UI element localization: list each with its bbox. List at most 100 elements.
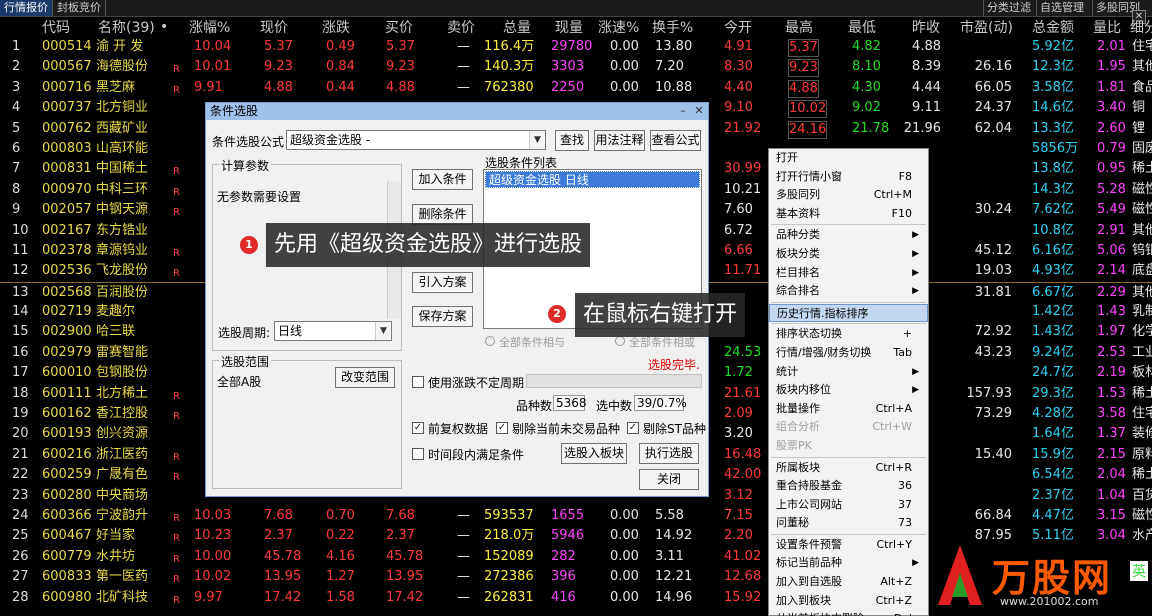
menu-item[interactable]: 所属板块 Ctrl+R [769, 459, 928, 478]
industry: 钨钼 [1132, 242, 1152, 258]
column-header[interactable]: 涨幅% [189, 17, 230, 37]
tab-quotes[interactable]: 行情报价 [0, 0, 53, 16]
menu-item[interactable]: 历史行情.指标排序 [769, 303, 928, 323]
column-header[interactable]: 名称(39) [98, 17, 155, 37]
speed-percent: 0.00 [610, 589, 639, 605]
column-header[interactable]: 今开 [724, 17, 752, 37]
usage-notes-button[interactable]: 用法注释 [594, 130, 645, 151]
view-formula-button[interactable]: 查看公式 [650, 130, 701, 151]
progress-bar [526, 374, 702, 388]
column-header[interactable]: 涨跌 [322, 17, 350, 37]
column-header[interactable]: 代码 [42, 17, 70, 37]
tab-bid-auction[interactable]: 封板竞价 [53, 0, 106, 16]
execute-selection-button[interactable]: 执行选股 [639, 443, 699, 464]
add-to-block-button[interactable]: 选股入板块 [561, 443, 627, 464]
column-header[interactable]: • [160, 19, 168, 35]
table-row[interactable]: 2 000567 海德股份 R 10.01 9.23 0.84 9.23 — 140.3万 3303… [0, 57, 1152, 78]
menu-item[interactable]: 栏目排名 ▶ [769, 264, 928, 283]
menu-item[interactable]: 基本资料 F10 [769, 205, 928, 224]
tab-category-filter[interactable]: 分类过滤 [983, 0, 1034, 16]
menu-item[interactable]: 统计 ▶ [769, 363, 928, 382]
exclude-st-checkbox[interactable]: ✓ [627, 422, 639, 434]
row-number: 8 [12, 181, 21, 197]
stock-code: 000737 [42, 100, 92, 116]
menu-item[interactable]: 行情/增强/财务切换 Tab [769, 344, 928, 363]
close-dialog-button[interactable]: 关闭 [639, 469, 699, 490]
menu-item[interactable]: 打开行情小窗 F8 [769, 168, 928, 187]
pe-ratio: 19.03 [974, 263, 1012, 279]
forward-adjust-checkbox[interactable]: ✓ [412, 422, 424, 434]
menu-item[interactable]: 批量操作 Ctrl+A [769, 400, 928, 419]
menu-item[interactable]: 品种分类 ▶ [769, 226, 928, 245]
menu-item[interactable]: 股票PK [769, 437, 928, 456]
column-header[interactable]: 量比 [1093, 17, 1121, 37]
radio-all-and[interactable] [485, 336, 495, 346]
column-header[interactable]: 买价 [385, 17, 413, 37]
delete-condition-button[interactable]: 删除条件 [412, 204, 473, 225]
column-header[interactable]: 现价 [260, 17, 288, 37]
column-header[interactable]: 换手% [652, 17, 693, 37]
menu-item[interactable]: 加入到自选股 Alt+Z [769, 573, 928, 592]
find-button[interactable]: 查找 [555, 130, 589, 151]
column-header[interactable]: 昨收 [912, 17, 940, 37]
bid-price: 5.37 [386, 39, 415, 54]
column-header[interactable]: 总金额 [1032, 17, 1074, 37]
column-header[interactable]: 现量 [555, 17, 583, 37]
chevron-down-icon[interactable]: ▼ [529, 131, 545, 149]
row-number: 5 [12, 120, 21, 136]
menu-item[interactable]: 综合排名 ▶ [769, 282, 928, 301]
condition-list-item[interactable]: 超级资金选股 日线 [485, 171, 700, 188]
column-header[interactable]: 市盈(动) [960, 17, 1013, 37]
table-row[interactable]: 3 000716 黑芝麻 R 9.91 4.88 0.44 4.88 — 762380 2250 0.… [0, 78, 1152, 98]
menu-item[interactable]: 打开 [769, 149, 928, 168]
change-percent: 9.91 [194, 79, 223, 95]
menu-item[interactable]: 排序状态切换 + [769, 325, 928, 344]
table-row[interactable]: 1 000514 渝 开 发 10.04 5.37 0.49 5.37 — 116.4万 2978… [0, 37, 1152, 57]
menu-item[interactable]: 标记当前品种 ▶ [769, 554, 928, 573]
change-range-button[interactable]: 改变范围 [335, 367, 395, 388]
column-header[interactable]: 涨速% [598, 17, 639, 37]
total-amount: 15.9亿 [1032, 446, 1074, 462]
column-header[interactable]: 最低 [848, 17, 876, 37]
menu-item-label: 板块内移位 [776, 383, 831, 397]
period-meet-checkbox[interactable] [412, 448, 424, 460]
formula-select[interactable]: 超级资金选股 - ▼ [286, 130, 546, 150]
stock-name: 包钢股份 [96, 365, 149, 381]
chevron-down-icon[interactable]: ▼ [375, 322, 391, 340]
row-number: 1 [12, 39, 21, 54]
menu-item[interactable]: 重合持股基金 36 [769, 477, 928, 496]
save-scheme-button[interactable]: 保存方案 [412, 306, 473, 327]
exclude-untraded-checkbox[interactable]: ✓ [496, 422, 508, 434]
menu-item-shortcut: Ctrl+Z [875, 593, 912, 607]
import-scheme-button[interactable]: 引入方案 [412, 272, 473, 293]
column-header[interactable]: 最高 [785, 17, 813, 37]
column-header[interactable]: 卖价 [447, 17, 475, 37]
pe-ratio: 157.93 [966, 385, 1013, 401]
minimize-icon[interactable]: – [676, 104, 690, 118]
uncertain-period-checkbox[interactable] [412, 376, 424, 388]
industry: 工业 [1132, 344, 1152, 360]
menu-item[interactable]: 上市公司网站 37 [769, 496, 928, 515]
menu-item[interactable]: 加入到板块 Ctrl+Z [769, 592, 928, 611]
menu-item[interactable]: 设置条件预警 Ctrl+Y [769, 536, 928, 555]
period-select[interactable]: 日线 ▼ [274, 321, 392, 341]
add-condition-button[interactable]: 加入条件 [412, 169, 473, 190]
menu-item[interactable]: 板块内移位 ▶ [769, 381, 928, 400]
column-header[interactable]: 细分 [1130, 17, 1152, 37]
menu-item-label: 问董秘 [776, 516, 809, 530]
tab-watchlist-manage[interactable]: 自选管理 [1036, 0, 1087, 16]
menu-item[interactable]: 从当前板块中删除 Del [769, 610, 928, 616]
menu-item[interactable]: 板块分类 ▶ [769, 245, 928, 264]
menu-item-shortcut: 73 [898, 516, 912, 530]
radio-all-or[interactable] [615, 336, 625, 346]
menu-item[interactable]: 问董秘 73 [769, 514, 928, 533]
formula-label: 条件选股公式 [212, 135, 285, 149]
menu-item[interactable]: 多股同列 Ctrl+M [769, 186, 928, 205]
total-volume: 116.4万 [484, 39, 535, 54]
stock-code: 600010 [42, 365, 92, 381]
menu-item[interactable]: 组合分析 Ctrl+W [769, 418, 928, 437]
column-header[interactable]: 总量 [503, 17, 531, 37]
close-icon[interactable]: ✕ [692, 104, 706, 118]
stock-code: 600259 [42, 467, 92, 483]
table-row[interactable]: 24 600366 宁波韵升 R 10.03 7.68 0.70 7.68 — 593537 165… [0, 506, 1152, 526]
